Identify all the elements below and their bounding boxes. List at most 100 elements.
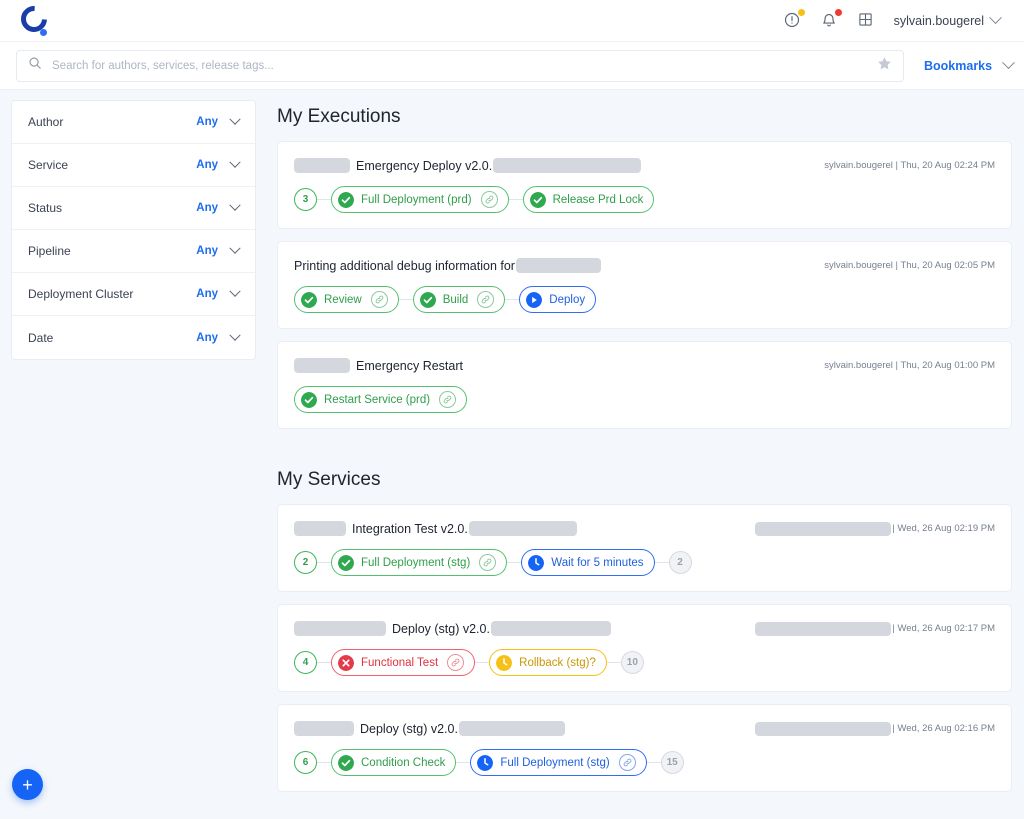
pipeline-step-label: Release Prd Lock (552, 193, 644, 206)
check-circle-icon (338, 754, 354, 771)
filters-sidebar: Author Any Service Any Status Any Pipeline Any D… (0, 89, 267, 819)
play-circle-icon (526, 291, 543, 308)
link-icon[interactable] (370, 291, 388, 308)
bookmarks-menu[interactable]: Bookmarks (924, 56, 1015, 73)
bookmarks-label: Bookmarks (924, 58, 993, 73)
user-menu[interactable]: sylvain.bougerel (893, 11, 1002, 28)
pipeline-step[interactable]: Build (412, 286, 506, 313)
notifications-bell-icon[interactable] (820, 8, 842, 31)
redacted-text-block (468, 521, 577, 536)
filter-label: Date (28, 330, 54, 345)
create-new-button[interactable]: + (12, 769, 43, 800)
pipeline-step-label: Deploy (549, 293, 586, 306)
redacted-text-block (515, 258, 601, 273)
card-header: Deploy (stg) v2.0. | Wed, 26 Aug 02:17 PM (294, 619, 995, 638)
pipeline-step[interactable]: Full Deployment (prd) (331, 186, 509, 213)
redacted-author-block (755, 621, 892, 636)
card-title: Emergency Restart (356, 358, 463, 373)
pipeline-step-label: Functional Test (361, 656, 439, 669)
username-label: sylvain.bougerel (893, 13, 984, 28)
pipeline-step[interactable]: Wait for 5 minutes (521, 549, 655, 576)
filter-date[interactable]: Date Any (12, 316, 255, 359)
pipeline-step-label: Rollback (stg)? (519, 656, 596, 669)
card-header: Deploy (stg) v2.0. | Wed, 26 Aug 02:16 PM (294, 719, 995, 738)
clock-circle-icon (496, 654, 513, 671)
pipeline-step[interactable]: Full Deployment (stg) (470, 749, 647, 776)
pipeline-card[interactable]: Deploy (stg) v2.0. | Wed, 26 Aug 02:16 PM… (277, 704, 1012, 792)
card-meta: sylvain.bougerel | Thu, 20 Aug 02:24 PM (824, 160, 995, 171)
chevron-down-icon (229, 113, 241, 125)
search-box[interactable] (16, 49, 904, 82)
info-alert-icon[interactable] (783, 8, 805, 31)
pipeline-card[interactable]: Printing additional debug information fo… (277, 241, 1012, 329)
filter-pipeline[interactable]: Pipeline Any (12, 230, 255, 273)
pipeline-steps: Review Build Deploy (294, 286, 995, 313)
link-icon[interactable] (439, 391, 457, 408)
step-count-badge[interactable]: 4 (294, 651, 317, 674)
card-title: Deploy (stg) v2.0. (392, 621, 490, 636)
pipeline-steps: 3 Full Deployment (prd) Release Prd Lock (294, 186, 995, 213)
page-body: Author Any Service Any Status Any Pipeline Any D… (0, 89, 1024, 819)
filter-deployment-cluster[interactable]: Deployment Cluster Any (12, 273, 255, 316)
pipeline-step-label: Full Deployment (stg) (500, 756, 610, 769)
pipeline-card[interactable]: Deploy (stg) v2.0. | Wed, 26 Aug 02:17 PM… (277, 604, 1012, 692)
remaining-steps-badge[interactable]: 2 (668, 551, 692, 574)
filter-service[interactable]: Service Any (12, 144, 255, 187)
remaining-steps-badge[interactable]: 15 (660, 751, 684, 774)
step-count-badge[interactable]: 6 (294, 751, 317, 774)
card-timestamp: sylvain.bougerel | Thu, 20 Aug 02:24 PM (824, 160, 995, 171)
pipeline-step[interactable]: Full Deployment (stg) (331, 549, 508, 576)
pipeline-steps: 6 Condition Check Full Deployment (stg) 15 (294, 749, 995, 776)
connector-line (508, 199, 523, 200)
remaining-steps-badge[interactable]: 10 (620, 651, 644, 674)
pipeline-card[interactable]: Integration Test v2.0. | Wed, 26 Aug 02:1… (277, 504, 1012, 592)
check-circle-icon (301, 291, 317, 308)
filter-label: Pipeline (28, 244, 71, 258)
pipeline-step[interactable]: Condition Check (331, 749, 457, 776)
filter-status[interactable]: Status Any (12, 187, 255, 230)
filter-value: Any (196, 288, 218, 300)
filter-author[interactable]: Author Any (12, 101, 255, 144)
main-content: My Executions Emergency Deploy v2.0. sylva… (267, 89, 1024, 819)
link-icon[interactable] (447, 654, 465, 671)
pipeline-step-label: Full Deployment (prd) (361, 193, 472, 206)
pipeline-step[interactable]: Rollback (stg)? (489, 649, 607, 676)
card-meta: | Wed, 26 Aug 02:17 PM (755, 621, 995, 636)
card-timestamp: | Wed, 26 Aug 02:17 PM (892, 623, 995, 634)
chevron-down-icon (229, 329, 241, 341)
clock-circle-icon (477, 754, 494, 771)
connector-line (505, 299, 520, 300)
link-icon[interactable] (480, 191, 498, 208)
link-icon[interactable] (479, 554, 497, 571)
redacted-text-block (294, 158, 350, 173)
search-input[interactable] (52, 59, 867, 72)
connector-line (317, 762, 331, 763)
pipeline-step[interactable]: Restart Service (prd) (294, 386, 468, 413)
check-circle-icon (338, 191, 354, 208)
pipeline-card[interactable]: Emergency Deploy v2.0. sylvain.bougerel |… (277, 141, 1012, 229)
pipeline-step[interactable]: Release Prd Lock (522, 186, 655, 213)
pipeline-step[interactable]: Review (294, 286, 399, 313)
connector-line (398, 299, 413, 300)
card-title: Integration Test v2.0. (352, 521, 468, 536)
connector-line (507, 562, 522, 563)
redacted-text-block (294, 358, 350, 373)
section-title-executions: My Executions (277, 106, 401, 127)
link-icon[interactable] (477, 291, 495, 308)
pipeline-step[interactable]: Functional Test (331, 649, 476, 676)
step-count-badge[interactable]: 2 (294, 551, 317, 574)
chevron-down-icon (1002, 56, 1015, 70)
pipeline-step[interactable]: Deploy (519, 286, 597, 313)
corp-logo[interactable] (15, 0, 53, 38)
favorite-star-icon[interactable] (877, 56, 892, 76)
link-icon[interactable] (618, 754, 636, 771)
apps-grid-icon[interactable] (857, 11, 877, 31)
step-count-badge[interactable]: 3 (294, 188, 317, 211)
connector-line (606, 662, 621, 663)
pipeline-step-label: Condition Check (361, 756, 446, 769)
search-toolbar: Bookmarks (0, 41, 1024, 89)
pipeline-step-label: Build (442, 293, 469, 306)
pipeline-card[interactable]: Emergency Restart sylvain.bougerel | Thu,… (277, 341, 1012, 429)
check-circle-icon (338, 554, 354, 571)
connector-line (456, 762, 471, 763)
